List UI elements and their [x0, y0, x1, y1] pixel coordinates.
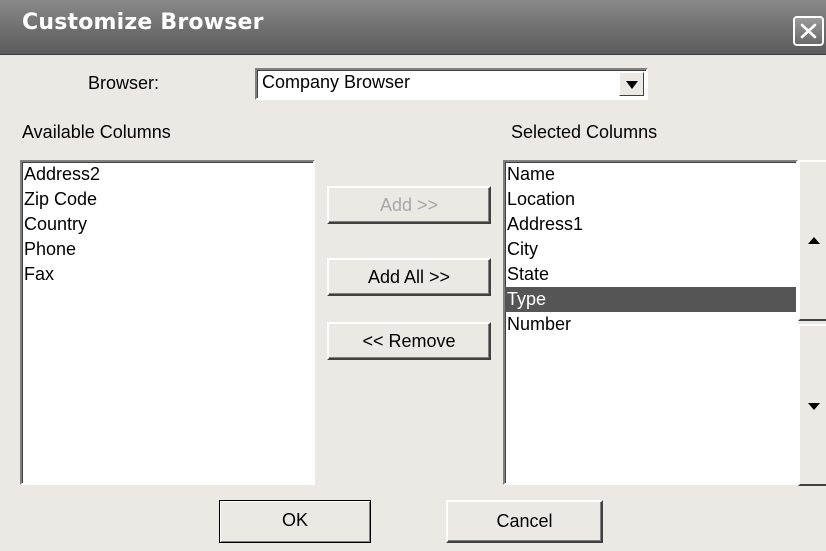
list-item[interactable]: City — [505, 237, 796, 262]
list-item[interactable]: Address1 — [505, 212, 796, 237]
browser-label: Browser: — [88, 73, 160, 93]
browser-dropdown-button[interactable] — [619, 72, 644, 96]
list-item[interactable]: Zip Code — [22, 187, 313, 212]
available-columns-list[interactable]: Address2 Zip Code Country Phone Fax — [20, 160, 315, 485]
browser-select[interactable]: Company Browser — [255, 68, 648, 100]
remove-button[interactable]: << Remove — [327, 322, 491, 360]
arrow-down-icon — [808, 403, 820, 410]
list-item-selected[interactable]: Type — [505, 287, 796, 312]
selected-columns-list[interactable]: Name Location Address1 City State Type N… — [503, 160, 798, 485]
list-item[interactable]: Country — [22, 212, 313, 237]
title-bar[interactable]: Customize Browser — [0, 0, 826, 55]
available-columns-label: Available Columns — [22, 122, 171, 142]
add-button[interactable]: Add >> — [327, 186, 491, 224]
ok-button[interactable]: OK — [219, 500, 371, 543]
list-item[interactable]: Number — [505, 312, 796, 337]
list-item[interactable]: Location — [505, 187, 796, 212]
close-icon — [800, 23, 817, 39]
list-item[interactable]: Phone — [22, 237, 313, 262]
cancel-button[interactable]: Cancel — [446, 500, 603, 543]
selected-columns-label: Selected Columns — [511, 122, 658, 142]
add-all-button[interactable]: Add All >> — [327, 258, 491, 296]
move-down-button[interactable] — [798, 324, 826, 486]
close-button[interactable] — [793, 16, 824, 46]
chevron-down-icon — [626, 81, 638, 89]
list-item[interactable]: Fax — [22, 262, 313, 287]
arrow-up-icon — [808, 237, 820, 244]
list-item[interactable]: Name — [505, 162, 796, 187]
browser-select-value: Company Browser — [262, 72, 411, 92]
list-item[interactable]: Address2 — [22, 162, 313, 187]
move-up-button[interactable] — [798, 160, 826, 321]
window-title: Customize Browser — [22, 10, 264, 35]
list-item[interactable]: State — [505, 262, 796, 287]
